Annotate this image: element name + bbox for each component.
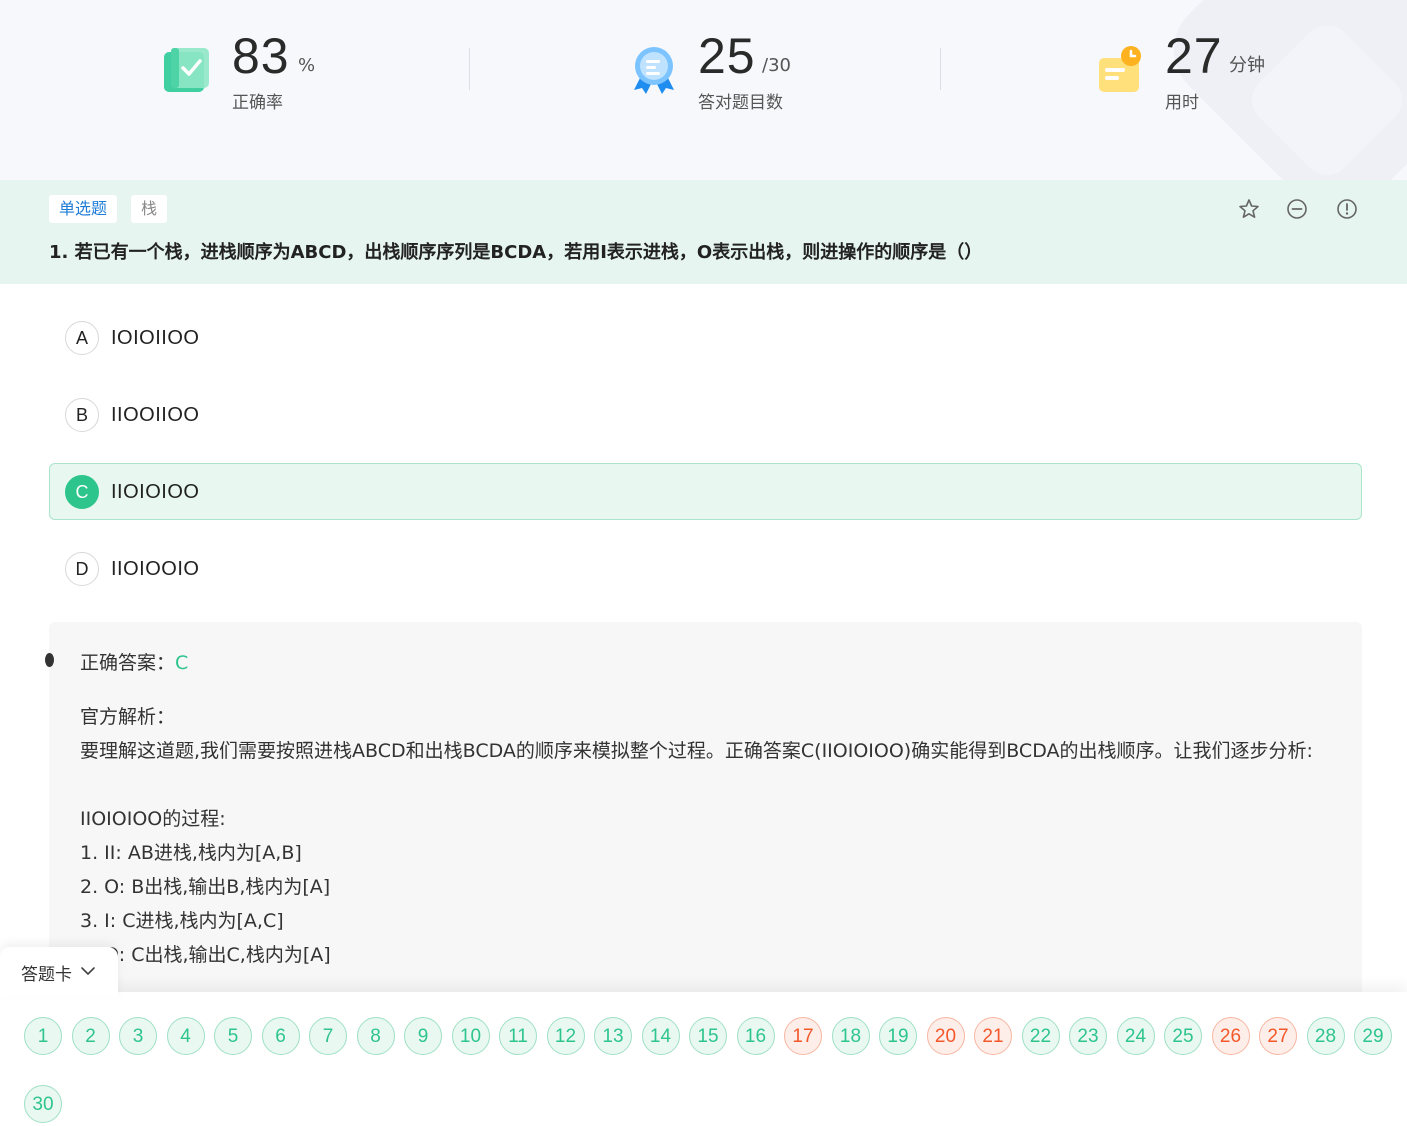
answer-card-item-23[interactable]: 23 — [1069, 1017, 1107, 1055]
minus-circle-icon[interactable] — [1285, 197, 1309, 221]
answer-card-item-13[interactable]: 13 — [594, 1017, 632, 1055]
option-text: IIOOIIOO — [111, 404, 200, 426]
answer-card-item-7[interactable]: 7 — [309, 1017, 347, 1055]
answer-card-item-4[interactable]: 4 — [166, 1017, 205, 1055]
time-unit: 分钟 — [1229, 55, 1265, 76]
answer-card-item-22[interactable]: 22 — [1021, 1017, 1060, 1055]
question-topic-tag: 栈 — [131, 195, 168, 223]
answer-card-item-27[interactable]: 27 — [1259, 1017, 1297, 1055]
answer-card-item-5[interactable]: 5 — [214, 1017, 252, 1055]
accuracy-label: 正确率 — [232, 93, 283, 113]
time-value: 27 — [1165, 28, 1223, 84]
accuracy-unit: % — [298, 55, 316, 76]
option-a[interactable]: A IOIOIIOO — [49, 309, 1362, 366]
question-title: 1. 若已有一个栈，进栈顺序为ABCD，出栈顺序序列是BCDA，若用I表示进栈，… — [49, 242, 983, 263]
correct-answer-label: 正确答案： — [80, 652, 176, 674]
answer-card-item-16[interactable]: 16 — [736, 1017, 775, 1055]
answer-card: 1 2 3 4 5 6 7 8 9 10 11 12 13 14 15 16 17 18 19 20 21 22 23 24 2… — [0, 992, 1407, 1126]
stat-divider — [469, 48, 470, 90]
correct-answer: 正确答案：C — [80, 648, 188, 675]
correct-count-value: 25 — [698, 28, 756, 84]
answer-card-item-20[interactable]: 20 — [926, 1017, 965, 1055]
clock-note-icon — [1099, 46, 1141, 92]
stat-divider — [940, 48, 941, 90]
stat-time: 27 分钟 用时 — [1095, 30, 1335, 120]
stats-header: 83 % 正确率 25 /30 答对题目数 27 分钟 用时 — [0, 0, 1407, 180]
stat-accuracy: 83 % 正确率 — [162, 30, 402, 120]
answer-card-item-26[interactable]: 26 — [1211, 1017, 1250, 1055]
award-medal-icon — [634, 47, 674, 94]
answer-card-item-15[interactable]: 15 — [689, 1017, 727, 1055]
answer-card-item-8[interactable]: 8 — [356, 1017, 395, 1055]
answer-card-label: 答题卡 — [21, 965, 72, 985]
explanation-title: 官方解析： — [80, 706, 176, 728]
correct-count-label: 答对题目数 — [698, 93, 783, 113]
answer-bullet — [45, 653, 54, 667]
answer-card-item-29[interactable]: 29 — [1354, 1017, 1392, 1055]
answer-card-item-21[interactable]: 21 — [974, 1017, 1012, 1055]
answer-card-item-24[interactable]: 24 — [1116, 1017, 1155, 1055]
question-header: 单选题 栈 1. 若已有一个栈，进栈顺序为ABCD，出栈顺序序列是BCDA，若用… — [0, 180, 1407, 284]
stat-correct-count: 25 /30 答对题目数 — [628, 30, 868, 120]
option-c[interactable]: C IIOIOIOO — [49, 463, 1362, 520]
answer-card-item-1[interactable]: 1 — [24, 1017, 62, 1055]
answer-card-item-6[interactable]: 6 — [261, 1017, 300, 1055]
option-text: IIOIOOIO — [111, 558, 200, 580]
answer-card-item-19[interactable]: 19 — [879, 1017, 917, 1055]
answer-card-item-25[interactable]: 25 — [1164, 1017, 1202, 1055]
alert-circle-icon[interactable] — [1335, 197, 1359, 221]
answer-card-item-12[interactable]: 12 — [546, 1017, 585, 1055]
option-letter: B — [65, 398, 99, 432]
answer-card-toggle[interactable]: 答题卡 — [0, 947, 118, 997]
option-letter: D — [65, 552, 99, 586]
option-letter: C — [65, 475, 99, 509]
correct-count-total: /30 — [762, 55, 791, 76]
option-letter: A — [65, 321, 99, 355]
accuracy-value: 83 — [232, 28, 290, 84]
explanation-body: 要理解这道题,我们需要按照进栈ABCD和出栈BCDA的顺序来模拟整个过程。正确答… — [80, 740, 1313, 966]
chevron-down-icon — [81, 967, 95, 975]
answer-card-item-17[interactable]: 17 — [784, 1017, 822, 1055]
answer-card-item-2[interactable]: 2 — [71, 1017, 110, 1055]
question-type-tag: 单选题 — [49, 195, 118, 223]
answer-card-item-11[interactable]: 11 — [499, 1017, 537, 1055]
correct-answer-value: C — [175, 652, 189, 674]
option-b[interactable]: B IIOOIIOO — [49, 386, 1362, 443]
answer-card-item-3[interactable]: 3 — [119, 1017, 157, 1055]
answer-card-item-9[interactable]: 9 — [404, 1017, 442, 1055]
check-book-icon — [164, 48, 209, 92]
answer-card-item-28[interactable]: 28 — [1306, 1017, 1345, 1055]
answer-card-item-30[interactable]: 30 — [24, 1085, 62, 1123]
option-d[interactable]: D IIOIOOIO — [49, 540, 1362, 597]
answer-card-item-10[interactable]: 10 — [451, 1017, 490, 1055]
option-text: IIOIOIOO — [111, 481, 200, 503]
time-label: 用时 — [1165, 93, 1199, 113]
star-outline-icon[interactable] — [1237, 197, 1261, 221]
answer-card-item-18[interactable]: 18 — [831, 1017, 870, 1055]
answer-card-item-14[interactable]: 14 — [641, 1017, 680, 1055]
option-text: IOIOIIOO — [111, 327, 200, 349]
